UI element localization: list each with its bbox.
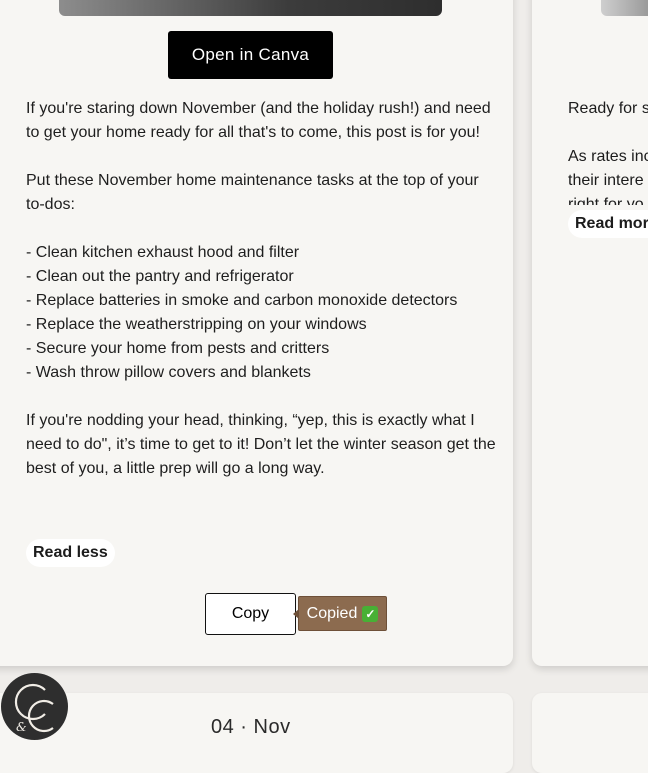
task-item: - Clean kitchen exhaust hood and filter — [26, 244, 300, 261]
copied-tooltip: Copied ✓ — [293, 596, 387, 631]
post-image — [59, 0, 442, 16]
task-item: - Secure your home from pests and critte… — [26, 340, 330, 357]
task-item: - Replace batteries in smoke and carbon … — [26, 292, 458, 309]
monogram-logo-icon: & — [14, 683, 54, 734]
copied-label: Copied — [306, 604, 358, 622]
side-post-line: Ready for s — [568, 100, 648, 117]
task-item: - Clean out the pantry and refrigerator — [26, 268, 294, 285]
side-post-line: right for yo — [568, 196, 644, 205]
next-side-post-card — [532, 693, 648, 773]
side-post-image — [601, 0, 648, 16]
post-closing: If you're nodding your head, thinking, “… — [26, 412, 496, 477]
copy-button[interactable]: Copy — [205, 593, 296, 635]
task-list: - Clean kitchen exhaust hood and filter … — [26, 241, 496, 385]
svg-text:&: & — [16, 720, 27, 734]
open-in-canva-button[interactable]: Open in Canva — [168, 31, 333, 79]
side-post-line: As rates inc — [568, 148, 648, 165]
post-intro: If you're staring down November (and the… — [26, 100, 491, 141]
post-date: 04 · Nov — [211, 716, 291, 738]
post-lead: Put these November home maintenance task… — [26, 172, 479, 213]
side-post-text: Ready for s — [568, 97, 648, 145]
read-less-button[interactable]: Read less — [26, 539, 115, 567]
check-mark-icon: ✓ — [362, 605, 379, 622]
post-body: If you're staring down November (and the… — [26, 97, 496, 505]
monogram-logo[interactable]: & — [1, 673, 68, 740]
read-more-button[interactable]: Read more — [568, 210, 648, 238]
side-post-excerpt: As rates inc their intere right for yo — [568, 145, 648, 205]
task-item: - Replace the weatherstripping on your w… — [26, 316, 367, 333]
side-post-line: their intere — [568, 172, 644, 189]
task-item: - Wash throw pillow covers and blankets — [26, 364, 311, 381]
